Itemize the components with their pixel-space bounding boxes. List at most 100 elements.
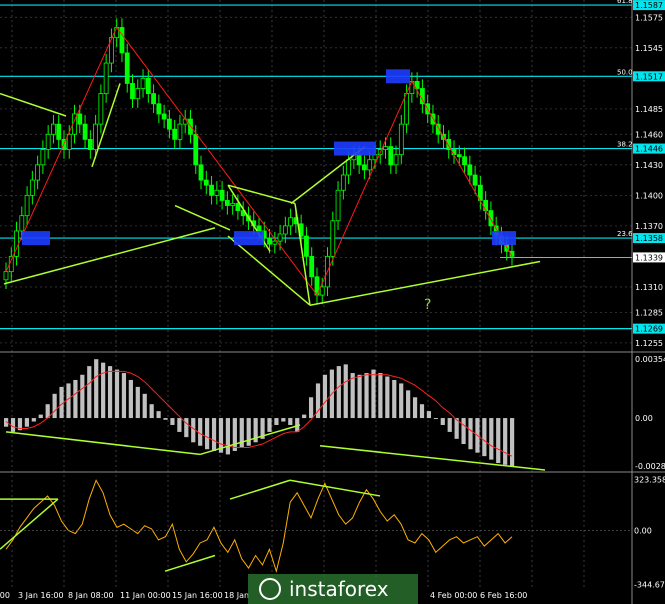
macd-bar bbox=[156, 411, 161, 419]
time-tick: 2:00 bbox=[0, 591, 10, 600]
macd-bar bbox=[412, 397, 418, 419]
macd-bar bbox=[52, 393, 57, 419]
blue-zone bbox=[492, 231, 516, 246]
price-label: 1.1517 bbox=[635, 72, 663, 81]
candle-body bbox=[82, 123, 88, 140]
macd-bar bbox=[170, 418, 175, 425]
macd-bar bbox=[392, 379, 397, 419]
time-tick: 3 Jan 16:00 bbox=[18, 591, 64, 600]
chart-canvas[interactable]: 61.8 50.0 38.2 23.6 1.1587 1.1575 1.1545 1.151… bbox=[0, 0, 665, 604]
price-tick: 1.1430 bbox=[635, 161, 663, 170]
price-tick: 1.1370 bbox=[635, 222, 663, 231]
macd-bar bbox=[114, 369, 120, 419]
candle-body bbox=[19, 215, 25, 232]
zigzag bbox=[5, 26, 513, 297]
candle-body bbox=[309, 255, 315, 278]
macd-bar bbox=[31, 418, 36, 422]
candle-body bbox=[330, 220, 336, 257]
candle-body bbox=[93, 123, 99, 150]
price-tick: 1.1460 bbox=[635, 130, 663, 139]
macd-bar bbox=[419, 404, 425, 419]
macd-bar bbox=[322, 374, 328, 419]
macd-bar bbox=[10, 418, 16, 432]
macd-bar bbox=[128, 379, 133, 419]
candle-body bbox=[483, 200, 489, 212]
candle-body bbox=[472, 174, 478, 186]
candle-body bbox=[87, 138, 93, 150]
macd-bar bbox=[447, 418, 452, 432]
macd-bar bbox=[163, 418, 168, 420]
macd-bar bbox=[94, 359, 99, 419]
macd-bar bbox=[385, 376, 390, 419]
candle-body bbox=[151, 93, 156, 105]
cci-trend-e bbox=[289, 479, 381, 497]
time-tick: 15 Jan 16:00 bbox=[172, 591, 223, 600]
candle-body bbox=[124, 52, 130, 84]
candle-body bbox=[256, 225, 262, 232]
macd-bar bbox=[433, 418, 438, 420]
candle-body bbox=[98, 93, 104, 125]
macd-trend-a bbox=[5, 431, 201, 456]
candle-body bbox=[214, 189, 220, 196]
price-axis: 1.1587 1.1575 1.1545 1.1517 1.1485 1.1460 1.14… bbox=[633, 0, 665, 589]
candle-body bbox=[3, 271, 9, 281]
macd-bar bbox=[184, 418, 189, 438]
macd-bar bbox=[135, 386, 140, 419]
macd-tick: 0.00 bbox=[635, 414, 653, 423]
macd-bar bbox=[308, 397, 314, 419]
macd-bar bbox=[468, 418, 473, 450]
cci-tick: -344.6721 bbox=[634, 580, 665, 589]
trendline-g bbox=[227, 235, 311, 306]
macd-bar bbox=[343, 364, 348, 419]
candle-body bbox=[393, 154, 399, 166]
macd-bar bbox=[406, 390, 411, 419]
macd-bar bbox=[177, 418, 182, 432]
time-tick: 8 Jan 08:00 bbox=[68, 591, 114, 600]
macd-bar bbox=[87, 366, 92, 419]
macd-bar bbox=[121, 373, 127, 419]
candle-body bbox=[145, 77, 151, 95]
macd-bar bbox=[205, 418, 210, 450]
candle-body bbox=[219, 189, 225, 201]
macd-bar bbox=[364, 373, 369, 419]
candle-body bbox=[335, 189, 341, 222]
macd-bar bbox=[246, 418, 251, 446]
candle-body bbox=[319, 286, 325, 296]
candle-body bbox=[156, 103, 162, 115]
blue-zone bbox=[386, 69, 410, 84]
macd-panel bbox=[4, 359, 546, 471]
macd-bar bbox=[350, 373, 355, 419]
macd-bar bbox=[232, 418, 237, 451]
candle-body bbox=[56, 123, 62, 140]
candle-body bbox=[383, 146, 388, 150]
cci-line bbox=[5, 479, 513, 574]
question-mark-annotation: ? bbox=[424, 297, 431, 313]
price-label: 1.1587 bbox=[635, 1, 663, 10]
candle-body bbox=[462, 156, 467, 166]
macd-bar bbox=[24, 418, 29, 427]
blue-zone bbox=[334, 141, 376, 156]
cci-trend-d bbox=[229, 479, 291, 500]
candle-body bbox=[40, 149, 46, 166]
macd-bar bbox=[211, 418, 217, 451]
candle-body bbox=[35, 164, 41, 181]
fib-level-label: 38.2 bbox=[617, 141, 633, 149]
candle-body bbox=[456, 154, 462, 158]
candle-body bbox=[346, 159, 352, 176]
fib-level-label: 23.6 bbox=[617, 230, 633, 238]
blue-zone bbox=[22, 231, 50, 246]
watermark: instaforex bbox=[248, 574, 418, 604]
candle-body bbox=[177, 123, 183, 140]
candle-body bbox=[282, 225, 288, 235]
candle-body bbox=[135, 88, 141, 100]
macd-bar bbox=[357, 374, 362, 419]
macd-bar bbox=[371, 369, 376, 419]
macd-bar bbox=[489, 418, 494, 460]
candle-body bbox=[467, 164, 473, 176]
candle-body bbox=[172, 128, 178, 140]
candle-body bbox=[224, 200, 230, 206]
macd-bar bbox=[149, 404, 154, 419]
candle-body bbox=[488, 210, 494, 227]
candle-body bbox=[24, 194, 30, 217]
candle-body bbox=[272, 240, 278, 245]
